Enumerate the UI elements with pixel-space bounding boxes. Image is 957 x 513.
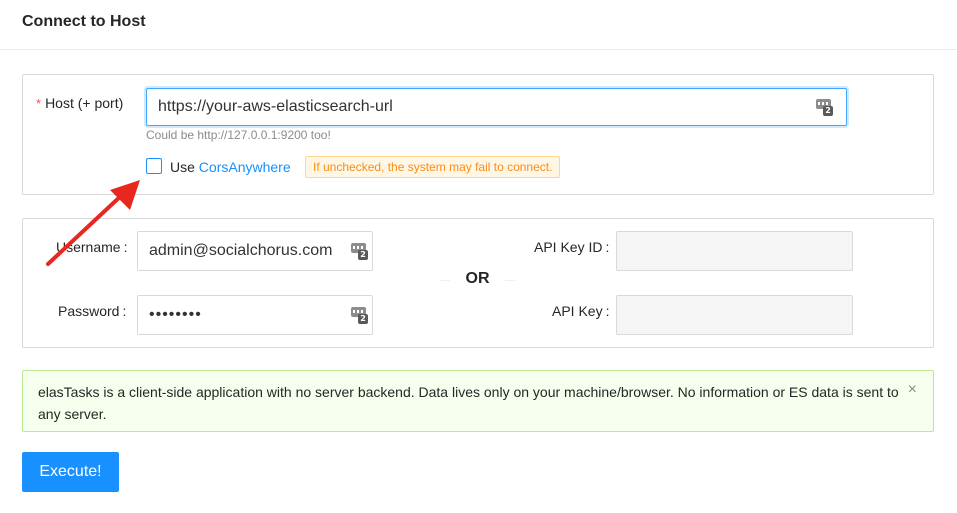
red-arrow-annotation <box>46 180 140 266</box>
required-mark: * <box>36 96 42 111</box>
alert-text: elasTasks is a client-side application w… <box>38 384 899 422</box>
page-header: Connect to Host <box>0 0 957 50</box>
password-label-text: Password <box>58 303 120 319</box>
host-input-value: https://your-aws-elasticsearch-url <box>158 98 393 115</box>
api-key-label: API Key: <box>552 303 609 319</box>
cors-checkbox-label[interactable]: Use CorsAnywhere <box>170 159 291 175</box>
api-key-id-label-text: API Key ID <box>534 239 603 255</box>
execute-button[interactable]: Execute! <box>22 452 119 492</box>
cors-checkbox[interactable] <box>146 158 162 174</box>
password-colon: : <box>122 303 127 319</box>
or-text: OR <box>465 270 490 287</box>
username-input-value: admin@socialchorus.com <box>149 242 333 259</box>
password-manager-badge: 2 <box>823 106 833 116</box>
api-key-id-label: API Key ID: <box>534 239 609 255</box>
host-input[interactable]: https://your-aws-elasticsearch-url 2 <box>146 88 847 126</box>
info-alert: elasTasks is a client-side application w… <box>22 370 934 432</box>
password-manager-badge: 2 <box>358 250 368 260</box>
password-manager-icon[interactable]: 2 <box>351 243 368 260</box>
password-input[interactable]: •••••••• 2 <box>137 295 373 335</box>
api-key-id-input[interactable] <box>616 231 853 271</box>
api-key-input[interactable] <box>616 295 853 335</box>
host-help-text: Could be http://127.0.0.1:9200 too! <box>146 128 331 142</box>
username-input[interactable]: admin@socialchorus.com 2 <box>137 231 373 271</box>
api-key-colon: : <box>605 303 610 319</box>
cors-label-prefix: Use <box>170 159 199 175</box>
cors-warning-tag: If unchecked, the system may fail to con… <box>305 156 561 178</box>
close-icon[interactable]: × <box>908 379 917 401</box>
password-input-value: •••••••• <box>149 306 202 323</box>
page-title: Connect to Host <box>22 13 146 30</box>
password-label: Password: <box>58 303 126 319</box>
password-manager-icon[interactable]: 2 <box>816 99 833 116</box>
host-label: * Host (+ port) <box>36 95 123 111</box>
password-manager-badge: 2 <box>358 314 368 324</box>
api-key-label-text: API Key <box>552 303 603 319</box>
host-label-text: Host (+ port) <box>45 95 124 111</box>
password-manager-icon[interactable]: 2 <box>351 307 368 324</box>
api-key-id-colon: : <box>605 239 610 255</box>
cors-anywhere-link[interactable]: CorsAnywhere <box>199 159 291 175</box>
or-divider: OR <box>440 270 515 290</box>
